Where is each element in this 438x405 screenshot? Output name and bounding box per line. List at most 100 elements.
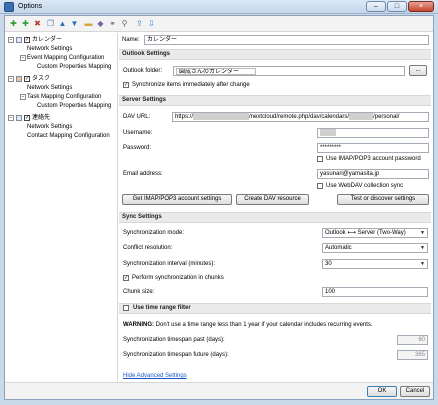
imap-password-label: Use IMAP/POP3 account password — [326, 156, 421, 162]
timespan-past-input[interactable]: 60 — [397, 335, 428, 345]
create-dav-resource-button[interactable]: Create DAV resource — [236, 194, 309, 205]
outlook-folder-label: Outlook folder: — [123, 68, 163, 74]
email-label: Email address: — [123, 171, 163, 177]
password-input[interactable]: ********* — [317, 143, 429, 153]
profile-checkbox[interactable]: ✓ — [24, 115, 30, 121]
sync-mode-select[interactable]: Outlook ⟷ Server (Two-Way) ▼ — [322, 228, 428, 238]
dav-url-label: DAV URL: — [123, 114, 151, 120]
password-label: Password: — [123, 145, 152, 151]
tree-item-label: タスク — [32, 76, 51, 82]
time-range-header: Use time range filter — [119, 303, 431, 314]
profile-icon — [16, 115, 22, 121]
close-button[interactable]: × — [408, 1, 434, 12]
maximize-button[interactable]: □ — [387, 1, 407, 12]
collapse-icon[interactable]: − — [20, 55, 26, 61]
tree-item[interactable]: Network Settings — [5, 84, 118, 93]
collapse-icon[interactable]: − — [8, 76, 14, 82]
chunk-size-input[interactable]: 100 — [322, 287, 428, 297]
add-icon[interactable]: ✚ — [8, 18, 19, 29]
username-label: Username: — [123, 130, 153, 136]
test-settings-button[interactable]: Test or discover settings — [337, 194, 429, 205]
profile-checkbox[interactable]: ✓ — [24, 76, 30, 82]
copy-icon[interactable]: ❐ — [45, 18, 56, 29]
tree-profile-item[interactable]: − ✓ タスク — [5, 75, 118, 84]
timespan-future-input[interactable]: 365 — [397, 350, 428, 360]
time-range-checkbox[interactable] — [123, 305, 129, 311]
link-icon[interactable]: ⚭ — [107, 18, 118, 29]
server-settings-header: Server Settings — [119, 95, 431, 106]
imap-password-checkbox[interactable] — [317, 156, 323, 162]
chevron-down-icon: ▼ — [420, 230, 425, 236]
tree-item-label: Network Settings — [27, 46, 73, 52]
dav-url-input[interactable]: https:// /nextcloud/remote.php/dav/calend… — [172, 112, 429, 122]
webdav-sync-label: Use WebDAV collection sync — [326, 183, 404, 189]
tree-item[interactable]: Custom Properties Mapping — [5, 102, 118, 111]
sync-interval-label: Synchronization interval (minutes): — [123, 261, 216, 267]
tree-item[interactable]: Contact Mapping Configuration — [5, 132, 118, 141]
tree-profile-item[interactable]: − ✓ カレンダー — [5, 36, 118, 45]
collapse-icon[interactable]: − — [8, 115, 14, 121]
toolbar: ✚ ✚ ✖ ❐ ▲ ▼ ▬ ◆ ⚭ ⚲ ⇪ ⇩ — [5, 16, 433, 32]
sync-immediately-checkbox[interactable]: ✓ — [123, 82, 129, 88]
conflict-resolution-value: Automatic — [325, 245, 352, 251]
redacted-host — [193, 113, 250, 120]
tree-profile-item[interactable]: − ✓ 連絡先 — [5, 114, 118, 123]
dialog-footer: OK Cancel — [5, 382, 433, 399]
chunk-size-label: Chunk size: — [123, 289, 155, 295]
profile-checkbox[interactable]: ✓ — [24, 37, 30, 43]
minimize-button[interactable]: – — [366, 1, 386, 12]
chevron-down-icon: ▼ — [420, 245, 425, 251]
profile-icon — [16, 37, 22, 43]
tree-item[interactable]: Custom Properties Mapping — [5, 63, 118, 72]
tree-item-label: カレンダー — [32, 37, 63, 43]
sync-chunks-checkbox[interactable]: ✓ — [123, 275, 129, 281]
tree-item[interactable]: Network Settings — [5, 45, 118, 54]
tree-item-label: Network Settings — [27, 85, 73, 91]
tag-icon[interactable]: ◆ — [95, 18, 106, 29]
outlook-folder-value: 園成さんのカレンダー — [176, 68, 256, 75]
outlook-folder-input[interactable]: 園成さんのカレンダー — [173, 66, 405, 76]
tree-item[interactable]: − Event Mapping Configuration — [5, 54, 118, 63]
settings-panel: Name: カレンダー Outlook Settings Outlook fol… — [119, 33, 433, 381]
tree-item-label: Network Settings — [27, 124, 73, 130]
title-bar: Options – □ × — [0, 0, 438, 14]
collapse-icon[interactable]: − — [20, 94, 26, 100]
conflict-resolution-label: Conflict resolution: — [123, 245, 173, 251]
import-icon[interactable]: ⇩ — [146, 18, 157, 29]
app-icon — [4, 2, 14, 12]
redacted-username — [320, 129, 336, 136]
export-icon[interactable]: ⇪ — [134, 18, 145, 29]
get-imap-settings-button[interactable]: Get IMAP/POP3 account settings — [122, 194, 232, 205]
time-range-label: Use time range filter — [133, 305, 191, 311]
move-down-icon[interactable]: ▼ — [69, 18, 80, 29]
sync-settings-header: Sync Settings — [119, 212, 431, 223]
tree-item[interactable]: − Task Mapping Configuration — [5, 93, 118, 102]
sync-interval-select[interactable]: 30 ▼ — [322, 259, 428, 269]
conflict-resolution-select[interactable]: Automatic ▼ — [322, 243, 428, 253]
chevron-down-icon: ▼ — [420, 261, 425, 267]
warning-bold: WARNING: — [123, 322, 154, 328]
browse-folder-button[interactable]: ... — [409, 65, 427, 76]
tree-item-label: Custom Properties Mapping — [37, 103, 112, 109]
window-title: Options — [18, 3, 43, 10]
hide-advanced-settings-link[interactable]: Hide Advanced Settings — [123, 373, 187, 379]
name-input[interactable]: カレンダー — [144, 35, 429, 45]
profile-icon — [16, 76, 22, 82]
delete-icon[interactable]: ✖ — [32, 18, 43, 29]
attachment-icon[interactable]: ⚲ — [119, 18, 130, 29]
ok-button[interactable]: OK — [367, 386, 397, 397]
webdav-sync-checkbox[interactable] — [317, 183, 323, 189]
email-input[interactable]: yasunari@yamasita.jp — [317, 169, 429, 179]
move-up-icon[interactable]: ▲ — [57, 18, 68, 29]
collapse-icon[interactable]: − — [8, 37, 14, 43]
tree-item-label: Event Mapping Configuration — [27, 55, 105, 61]
add-multiple-icon[interactable]: ✚ — [20, 18, 31, 29]
tree-item-label: Custom Properties Mapping — [37, 64, 112, 70]
name-label: Name: — [122, 37, 140, 43]
sync-chunks-label: Perform synchronization in chunks — [132, 275, 224, 281]
folder-icon[interactable]: ▬ — [83, 18, 94, 29]
timespan-past-label: Synchronization timespan past (days): — [123, 337, 225, 343]
tree-item[interactable]: Network Settings — [5, 123, 118, 132]
username-input[interactable] — [317, 128, 429, 138]
cancel-button[interactable]: Cancel — [400, 386, 430, 397]
